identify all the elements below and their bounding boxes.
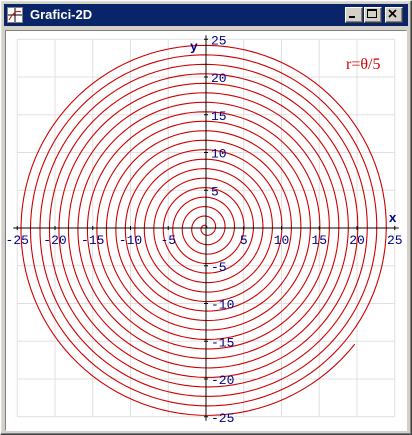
minimize-icon — [349, 16, 355, 18]
y-tick-label: 5 — [211, 184, 219, 199]
close-icon — [388, 9, 397, 18]
axes — [13, 35, 399, 421]
y-axis-label: y — [190, 39, 198, 54]
plot-area[interactable]: -25 -20 -15 -10 -5 5 10 15 20 25 25 20 15 10 5 -5 -10 -15… — [5, 30, 407, 431]
maximize-button[interactable] — [364, 7, 382, 23]
y-tick-label: -25 — [211, 411, 234, 426]
polar-spiral-chart: -25 -20 -15 -10 -5 5 10 15 20 25 25 20 15 10 5 -5 -10 -15… — [6, 33, 403, 426]
x-tick-label: 20 — [349, 233, 365, 248]
window-title: Grafici-2D — [30, 7, 93, 22]
x-tick-label: -10 — [119, 233, 142, 248]
x-tick-label: -20 — [43, 233, 66, 248]
tick-labels: -25 -20 -15 -10 -5 5 10 15 20 25 25 20 15 10 5 -5 -10 -15… — [6, 33, 403, 426]
x-tick-label: 15 — [311, 233, 327, 248]
curve-formula: r=θ/5 — [346, 56, 380, 73]
app-window: Grafici-2D -25 -20 -15 -10 -5 5 10 15 20 25 25 20 15… — [0, 0, 412, 435]
title-bar[interactable]: Grafici-2D — [4, 4, 408, 26]
minimize-button[interactable] — [345, 7, 363, 23]
y-tick-label: 15 — [211, 109, 227, 124]
x-tick-label: 10 — [274, 233, 290, 248]
y-tick-label: -5 — [211, 260, 227, 275]
curve-layer — [20, 44, 387, 416]
x-tick-label: 25 — [387, 233, 403, 248]
x-tick-label: -5 — [160, 233, 176, 248]
y-tick-label: 20 — [211, 71, 227, 86]
x-axis-label: x — [389, 211, 397, 226]
y-tick-label: 10 — [211, 147, 227, 162]
x-tick-label: 5 — [240, 233, 248, 248]
y-tick-label: 25 — [211, 33, 227, 48]
y-tick-label: -20 — [211, 373, 234, 388]
x-tick-label: -15 — [81, 233, 104, 248]
close-button[interactable] — [385, 7, 403, 23]
y-tick-label: -10 — [211, 298, 234, 313]
y-tick-label: -15 — [211, 335, 234, 350]
maximize-icon — [367, 9, 377, 18]
spiral-curve — [20, 44, 387, 416]
x-tick-label: -25 — [6, 233, 29, 248]
crosshair-icon[interactable] — [7, 7, 23, 23]
